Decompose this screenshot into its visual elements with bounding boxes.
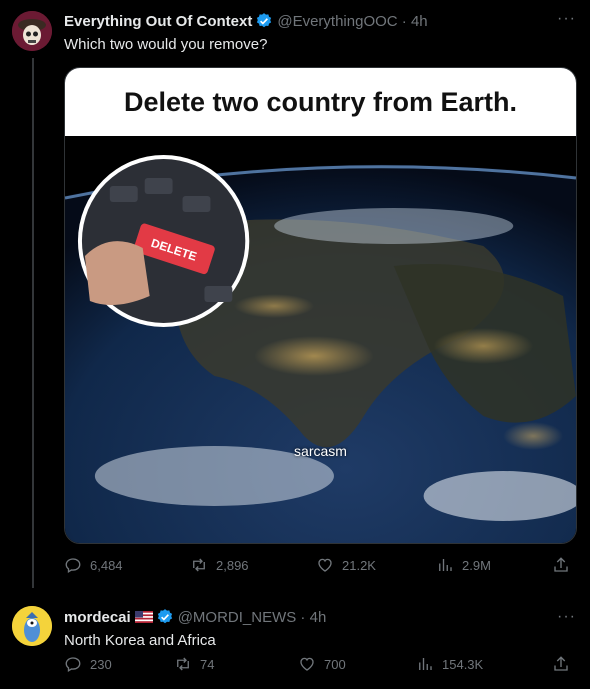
author-name[interactable]: mordecai — [64, 609, 131, 626]
repost-button[interactable]: 74 — [174, 655, 214, 673]
views-chart-icon — [439, 559, 452, 571]
like-button[interactable]: 700 — [298, 655, 346, 673]
reply-count: 6,484 — [90, 557, 123, 573]
verified-badge-icon — [257, 13, 272, 28]
media-headline-banner: Delete two country from Earth. — [65, 68, 576, 136]
verified-badge-icon — [157, 609, 172, 624]
view-count: 2.9M — [462, 557, 491, 573]
author-handle[interactable]: @EverythingOOC · 4h — [277, 13, 427, 30]
media-headline: Delete two country from Earth. — [123, 86, 518, 117]
us-flag-icon — [134, 611, 153, 623]
reply-tweet[interactable]: mordecai @MORDI_NEWS · 4h ··· North Kore… — [0, 592, 590, 689]
share-button[interactable] — [552, 655, 578, 673]
avatar[interactable] — [12, 11, 52, 51]
more-options-icon[interactable]: ··· — [557, 608, 576, 626]
avatar[interactable] — [12, 606, 52, 646]
like-button[interactable]: 21.2K — [316, 556, 376, 574]
repost-button[interactable]: 2,896 — [190, 556, 249, 574]
views-button[interactable]: 2.9M — [436, 556, 491, 574]
heart-icon — [318, 558, 332, 572]
author-handle[interactable]: @MORDI_NEWS · 4h — [178, 609, 327, 626]
share-icon — [554, 656, 568, 671]
reply-button[interactable]: 230 — [64, 655, 112, 673]
share-button[interactable] — [552, 556, 578, 574]
reply-count: 230 — [90, 656, 112, 672]
tweet-text: North Korea and Africa — [64, 632, 216, 649]
heart-icon — [300, 657, 314, 671]
views-chart-icon — [419, 658, 432, 670]
reply-icon — [65, 657, 81, 672]
tweet-media[interactable]: Delete two country from Earth. DELETE sa… — [64, 67, 577, 544]
views-button[interactable]: 154.3K — [416, 655, 483, 673]
tweet-text: Which two would you remove? — [64, 36, 268, 53]
repost-count: 74 — [200, 656, 215, 672]
share-icon — [554, 557, 568, 572]
view-count: 154.3K — [442, 656, 484, 672]
like-count: 700 — [324, 656, 346, 672]
repost-icon — [177, 657, 189, 671]
reply-icon — [65, 558, 81, 573]
repost-count: 2,896 — [216, 557, 249, 573]
tweet[interactable]: Everything Out Of Context @EverythingOOC… — [0, 0, 590, 592]
media-caption: sarcasm — [294, 443, 347, 459]
like-count: 21.2K — [342, 557, 376, 573]
author-name[interactable]: Everything Out Of Context — [64, 13, 252, 30]
earth-from-space-image: DELETE — [65, 136, 576, 543]
more-options-icon[interactable]: ··· — [557, 10, 576, 28]
repost-icon — [193, 558, 205, 572]
reply-button[interactable]: 6,484 — [64, 556, 123, 574]
